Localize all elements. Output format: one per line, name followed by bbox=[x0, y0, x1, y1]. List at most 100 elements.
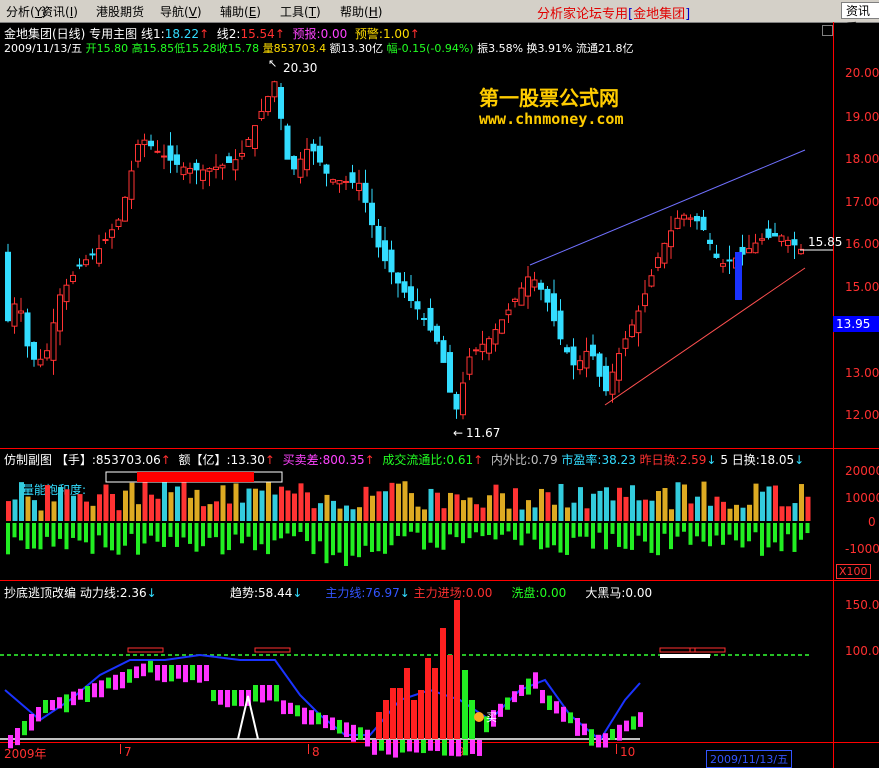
volume-negative-bar bbox=[181, 523, 186, 538]
amt-value: 13.30亿 bbox=[340, 42, 384, 55]
turn-label: 换 bbox=[526, 42, 538, 55]
volume-negative-bar bbox=[175, 523, 179, 547]
candle-body bbox=[102, 239, 109, 242]
volume-negative-bar bbox=[12, 523, 17, 538]
warn-label: 预警: bbox=[354, 27, 383, 41]
main-force-bar bbox=[397, 688, 403, 739]
candle-body bbox=[453, 394, 460, 410]
menu-item-4[interactable]: 辅助(E) bbox=[220, 3, 261, 20]
candle-body bbox=[798, 248, 804, 255]
candle-body bbox=[50, 322, 57, 361]
volume-negative-bar bbox=[662, 523, 667, 534]
menu-item-5[interactable]: 工具(T) bbox=[280, 3, 321, 20]
candle-body bbox=[206, 168, 213, 172]
candle-body bbox=[382, 240, 388, 262]
volume-bar bbox=[77, 494, 83, 521]
power-label: 动力线: bbox=[79, 586, 120, 600]
menu-item-key: (H) bbox=[364, 5, 383, 19]
menu-item-key: (I) bbox=[65, 5, 78, 19]
candle-body bbox=[739, 246, 746, 255]
volume-negative-bar bbox=[38, 523, 43, 550]
trend-dot bbox=[36, 707, 41, 722]
volume-negative-bar bbox=[259, 523, 264, 545]
flow-label: 成交流通比: bbox=[382, 453, 447, 467]
quote-line: 2009/11/13/五 开15.80 高15.85低15.28收15.78 量… bbox=[4, 40, 633, 56]
menu-item-2[interactable]: 港股期货 bbox=[96, 3, 144, 20]
volume-bar bbox=[331, 500, 336, 521]
volume-bar bbox=[792, 503, 798, 521]
volume-bar bbox=[747, 504, 752, 521]
trend-dot bbox=[92, 683, 97, 698]
volume-bar bbox=[526, 500, 531, 521]
candle-body bbox=[336, 180, 343, 185]
volume-bar bbox=[773, 485, 778, 521]
horse-label: 大黑马: bbox=[585, 586, 626, 600]
volume-bar bbox=[805, 496, 811, 521]
trend-dot bbox=[323, 715, 328, 729]
volume-negative-bar bbox=[675, 523, 680, 537]
trend-dot bbox=[309, 710, 314, 725]
volume-negative-bar bbox=[279, 523, 283, 539]
volume-bar bbox=[604, 487, 609, 521]
candle-body bbox=[603, 365, 609, 392]
candle-body bbox=[538, 282, 544, 290]
volume-negative-bar bbox=[493, 523, 498, 540]
volume-bar bbox=[409, 493, 414, 521]
candle-body bbox=[63, 284, 70, 303]
volume-negative-bar bbox=[688, 523, 693, 545]
candle-body bbox=[115, 219, 122, 228]
menu-item-1[interactable]: 资讯(I) bbox=[41, 3, 78, 20]
volume-bar bbox=[298, 483, 304, 521]
volume-tick: 20000 bbox=[845, 464, 879, 478]
candle-body bbox=[31, 341, 37, 360]
info-button[interactable]: 资讯系 bbox=[841, 2, 879, 35]
trend-dot bbox=[78, 688, 83, 700]
time-axis-label: 7 bbox=[124, 745, 132, 759]
volume-negative-bar bbox=[292, 523, 296, 537]
candle-body bbox=[57, 294, 63, 332]
trend-dot bbox=[127, 669, 132, 683]
main-in-value: 0.00 bbox=[465, 586, 493, 600]
volume-negative-bar bbox=[58, 523, 62, 539]
volume-bar bbox=[175, 486, 180, 521]
volume-negative-bar bbox=[409, 523, 413, 532]
wash-label: 洗盘: bbox=[511, 586, 540, 600]
trend-dot bbox=[554, 701, 559, 714]
volume-bar bbox=[467, 497, 473, 521]
volume-bar bbox=[266, 481, 271, 521]
menu-item-key: (T) bbox=[304, 5, 321, 19]
close-icon[interactable] bbox=[822, 25, 833, 36]
candle-body bbox=[265, 96, 271, 113]
volume-negative-bar bbox=[506, 523, 511, 532]
candle-body bbox=[479, 343, 486, 353]
volume-negative-bar bbox=[779, 523, 784, 552]
menu-item-3[interactable]: 导航(V) bbox=[160, 3, 202, 20]
volume-negative-bar bbox=[233, 523, 238, 535]
hand-value: 853703.06 bbox=[95, 453, 161, 467]
trend-value: 58.44 bbox=[258, 586, 293, 600]
volume-bar bbox=[292, 493, 297, 521]
price-tick: 17.00 bbox=[845, 195, 879, 209]
chart-canvas[interactable]: 20.30 11.67 15.85 ← ↖ 买 bbox=[0, 0, 879, 768]
promo-stock-name: 金地集团 bbox=[633, 7, 686, 22]
volume-negative-bar bbox=[552, 523, 556, 546]
menu-item-6[interactable]: 帮助(H) bbox=[340, 3, 382, 20]
volume-bar bbox=[6, 501, 11, 521]
volume-bar bbox=[786, 506, 791, 521]
volume-bar bbox=[324, 494, 330, 521]
trend-dot bbox=[71, 691, 76, 706]
menu-item-label: 导航 bbox=[160, 5, 185, 19]
volume-bar bbox=[591, 493, 596, 521]
volume-bar bbox=[714, 496, 720, 521]
trend-dot bbox=[274, 685, 279, 702]
volume-bar bbox=[305, 492, 310, 521]
volume-negative-bar bbox=[721, 523, 725, 545]
main-force-line bbox=[4, 653, 641, 742]
volume-bar bbox=[71, 495, 76, 521]
main-force-bar bbox=[440, 628, 446, 739]
promo-text: 分析家论坛专用 bbox=[537, 7, 629, 22]
trend-dot bbox=[22, 721, 27, 736]
promo-banner: 分析家论坛专用[金地集团] bbox=[537, 3, 690, 22]
candle-body bbox=[330, 179, 336, 183]
up-arrow-icon: ↑ bbox=[274, 27, 285, 41]
